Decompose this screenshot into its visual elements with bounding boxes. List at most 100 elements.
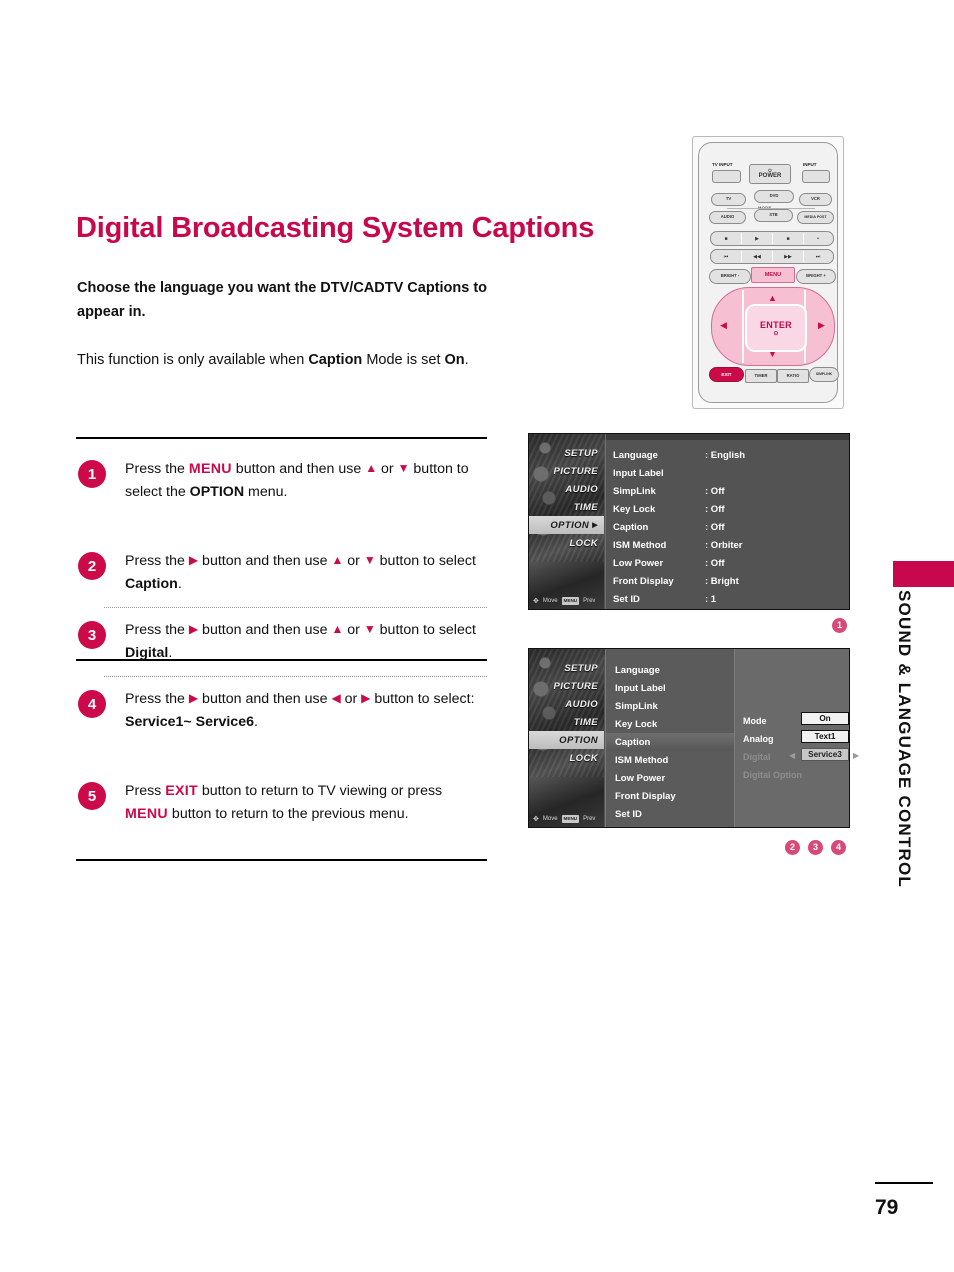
remote-body: TV INPUT ⏻ POWER INPUT TV DVD VCR MODE A… [698,142,839,403]
remote-stb-button[interactable]: STB [754,209,793,222]
osd1-tab-setup[interactable]: SETUP [529,444,604,462]
step-marker-3: 3 [808,840,823,855]
osd1-tab-picture[interactable]: PICTURE [529,462,604,480]
remote-tv-input-button[interactable] [712,170,741,183]
remote-tv-button[interactable]: TV [711,193,746,206]
osd1-prev-label: Prev [583,598,596,604]
osd2-footer: ✥ Move MENU Prev [529,813,604,825]
remote-ratio-button[interactable]: RATIO [777,369,809,383]
osd1-row-front-display[interactable]: Front Display: Bright [613,572,843,590]
remote-skip-back-button[interactable]: ⏮ [711,250,741,263]
osd2-row-ism-method[interactable]: ISM Method [606,751,734,769]
remote-skip-fwd-button[interactable]: ⏭ [803,250,833,263]
remote-media-row-2[interactable]: ⏮ ◀◀ ▶▶ ⏭ [710,249,834,264]
label: Set ID [613,593,640,605]
divider-bottom [76,859,487,861]
osd2-prev-label: Prev [583,816,596,822]
right-arrow-icon: ▶ [188,691,199,705]
osd2-tab-audio[interactable]: AUDIO [529,695,604,713]
osd2-row-simplink[interactable]: SimpLink [606,697,734,715]
s5-menu-keyword: MENU [125,805,168,822]
osd1-tab-option-label: OPTION [550,519,590,531]
remote-left-arrow-icon[interactable]: ◀ [720,321,727,330]
step-4: 4 Press the ▶ button and then use ◀ or ▶… [78,688,488,733]
osd-screenshot-caption-submenu: SETUP PICTURE AUDIO TIME OPTION LOCK ✥ M… [528,648,859,828]
osd2-digital-left-arrow-icon[interactable]: ◀ [789,751,795,760]
osd1-row-input-label[interactable]: Input Label [613,464,843,482]
osd2-settings-list: Language Input Label SimpLink Key Lock C… [605,649,734,827]
osd1-menu-key-badge: MENU [561,597,580,605]
intro-paragraph-2: This function is only available when Cap… [77,348,497,372]
remote-enter-button[interactable]: ENTER ⊙ [745,304,807,352]
osd2-row-key-lock[interactable]: Key Lock [606,715,734,733]
osd2-analog-value-chip[interactable]: Text1 [801,730,849,743]
remote-forward-button[interactable]: ▶▶ [773,250,803,263]
remote-input-label: INPUT [803,162,817,167]
remote-up-arrow-icon[interactable]: ▲ [768,294,777,303]
osd2-tab-option[interactable]: OPTION [529,731,604,749]
osd2-tab-lock[interactable]: LOCK [529,749,604,767]
remote-media-row-1[interactable]: ■ ▶ ■ • [710,231,834,246]
remote-stop-button[interactable]: ■ [711,232,741,245]
remote-timer-button[interactable]: TIMER [745,369,777,383]
chevron-right-icon: ▶ [592,522,598,529]
remote-dvd-button[interactable]: DVD [754,190,794,203]
osd1-tab-lock[interactable]: LOCK [529,534,604,552]
remote-navigation-pad[interactable]: ▲ ▼ ◀ ▶ ENTER ⊙ [711,287,835,366]
remote-rewind-button[interactable]: ◀◀ [742,250,772,263]
osd2-row-caption[interactable]: Caption [606,733,734,751]
remote-simplink-button[interactable]: SIMPLINK [809,367,839,382]
s4-service-range-keyword: Service1~ Service6 [125,713,254,730]
osd2-row-front-display[interactable]: Front Display [606,787,734,805]
footer-rule [875,1182,933,1184]
remote-right-arrow-icon[interactable]: ▶ [818,321,825,330]
osd2-mode-value-chip[interactable]: On [801,712,849,725]
remote-audio-button[interactable]: AUDIO [709,211,746,224]
remote-input-button[interactable] [802,170,830,183]
osd2-row-input-label[interactable]: Input Label [606,679,734,697]
remote-exit-button[interactable]: EXIT [709,367,744,382]
section-color-tab [893,561,954,587]
s3-c: or [343,622,364,638]
up-arrow-icon: ▲ [331,622,344,636]
osd2-row-language[interactable]: Language [606,661,734,679]
osd1-tab-option[interactable]: OPTION ▶ [529,516,604,534]
remote-play-button[interactable]: ▶ [742,232,772,245]
value: : Off [705,521,725,533]
osd1-tab-audio[interactable]: AUDIO [529,480,604,498]
label: Input Label [613,467,664,479]
s3-a: Press the [125,622,189,638]
osd2-digital-value-chip[interactable]: Service3 [801,748,849,761]
osd1-row-ism-method[interactable]: ISM Method: Orbiter [613,536,843,554]
remote-pause-button[interactable]: ■ [773,232,803,245]
osd2-digital-right-arrow-icon[interactable]: ▶ [853,751,859,760]
osd1-row-set-id[interactable]: Set ID: 1 [613,590,843,608]
osd1-row-low-power[interactable]: Low Power: Off [613,554,843,572]
s1-a: Press the [125,461,189,477]
osd2-row-low-power[interactable]: Low Power [606,769,734,787]
remote-bright-minus-button[interactable]: BRIGHT - [709,269,751,284]
osd1-row-simplink[interactable]: SimpLink: Off [613,482,843,500]
remote-power-button[interactable]: ⏻ POWER [749,164,791,184]
step-2-number: 2 [78,552,106,580]
osd1-row-caption[interactable]: Caption: Off [613,518,843,536]
osd2-tab-setup[interactable]: SETUP [529,659,604,677]
osd1-row-key-lock[interactable]: Key Lock: Off [613,500,843,518]
osd1-row-language[interactable]: Language: English [613,446,843,464]
osd2-tab-picture[interactable]: PICTURE [529,677,604,695]
remote-record-button[interactable]: • [803,232,833,245]
remote-bright-plus-button[interactable]: BRIGHT + [796,269,836,284]
divider-dotted-2 [104,676,487,677]
remote-vcr-button[interactable]: VCR [799,193,832,206]
osd1-tab-time[interactable]: TIME [529,498,604,516]
osd2-tab-time[interactable]: TIME [529,713,604,731]
osd2-row-set-id[interactable]: Set ID [606,805,734,823]
label: Low Power [613,557,664,569]
osd2-mode-label: Mode [743,716,767,726]
osd2-digital-option-label[interactable]: Digital Option [743,767,802,783]
s4-e: . [253,713,258,730]
page-number: 79 [875,1196,899,1219]
remote-media-post-button[interactable]: MEDIA POST [797,211,834,224]
remote-menu-button[interactable]: MENU [751,267,795,283]
section-side-label-text: SOUND & LANGUAGE CONTROL [895,590,914,888]
